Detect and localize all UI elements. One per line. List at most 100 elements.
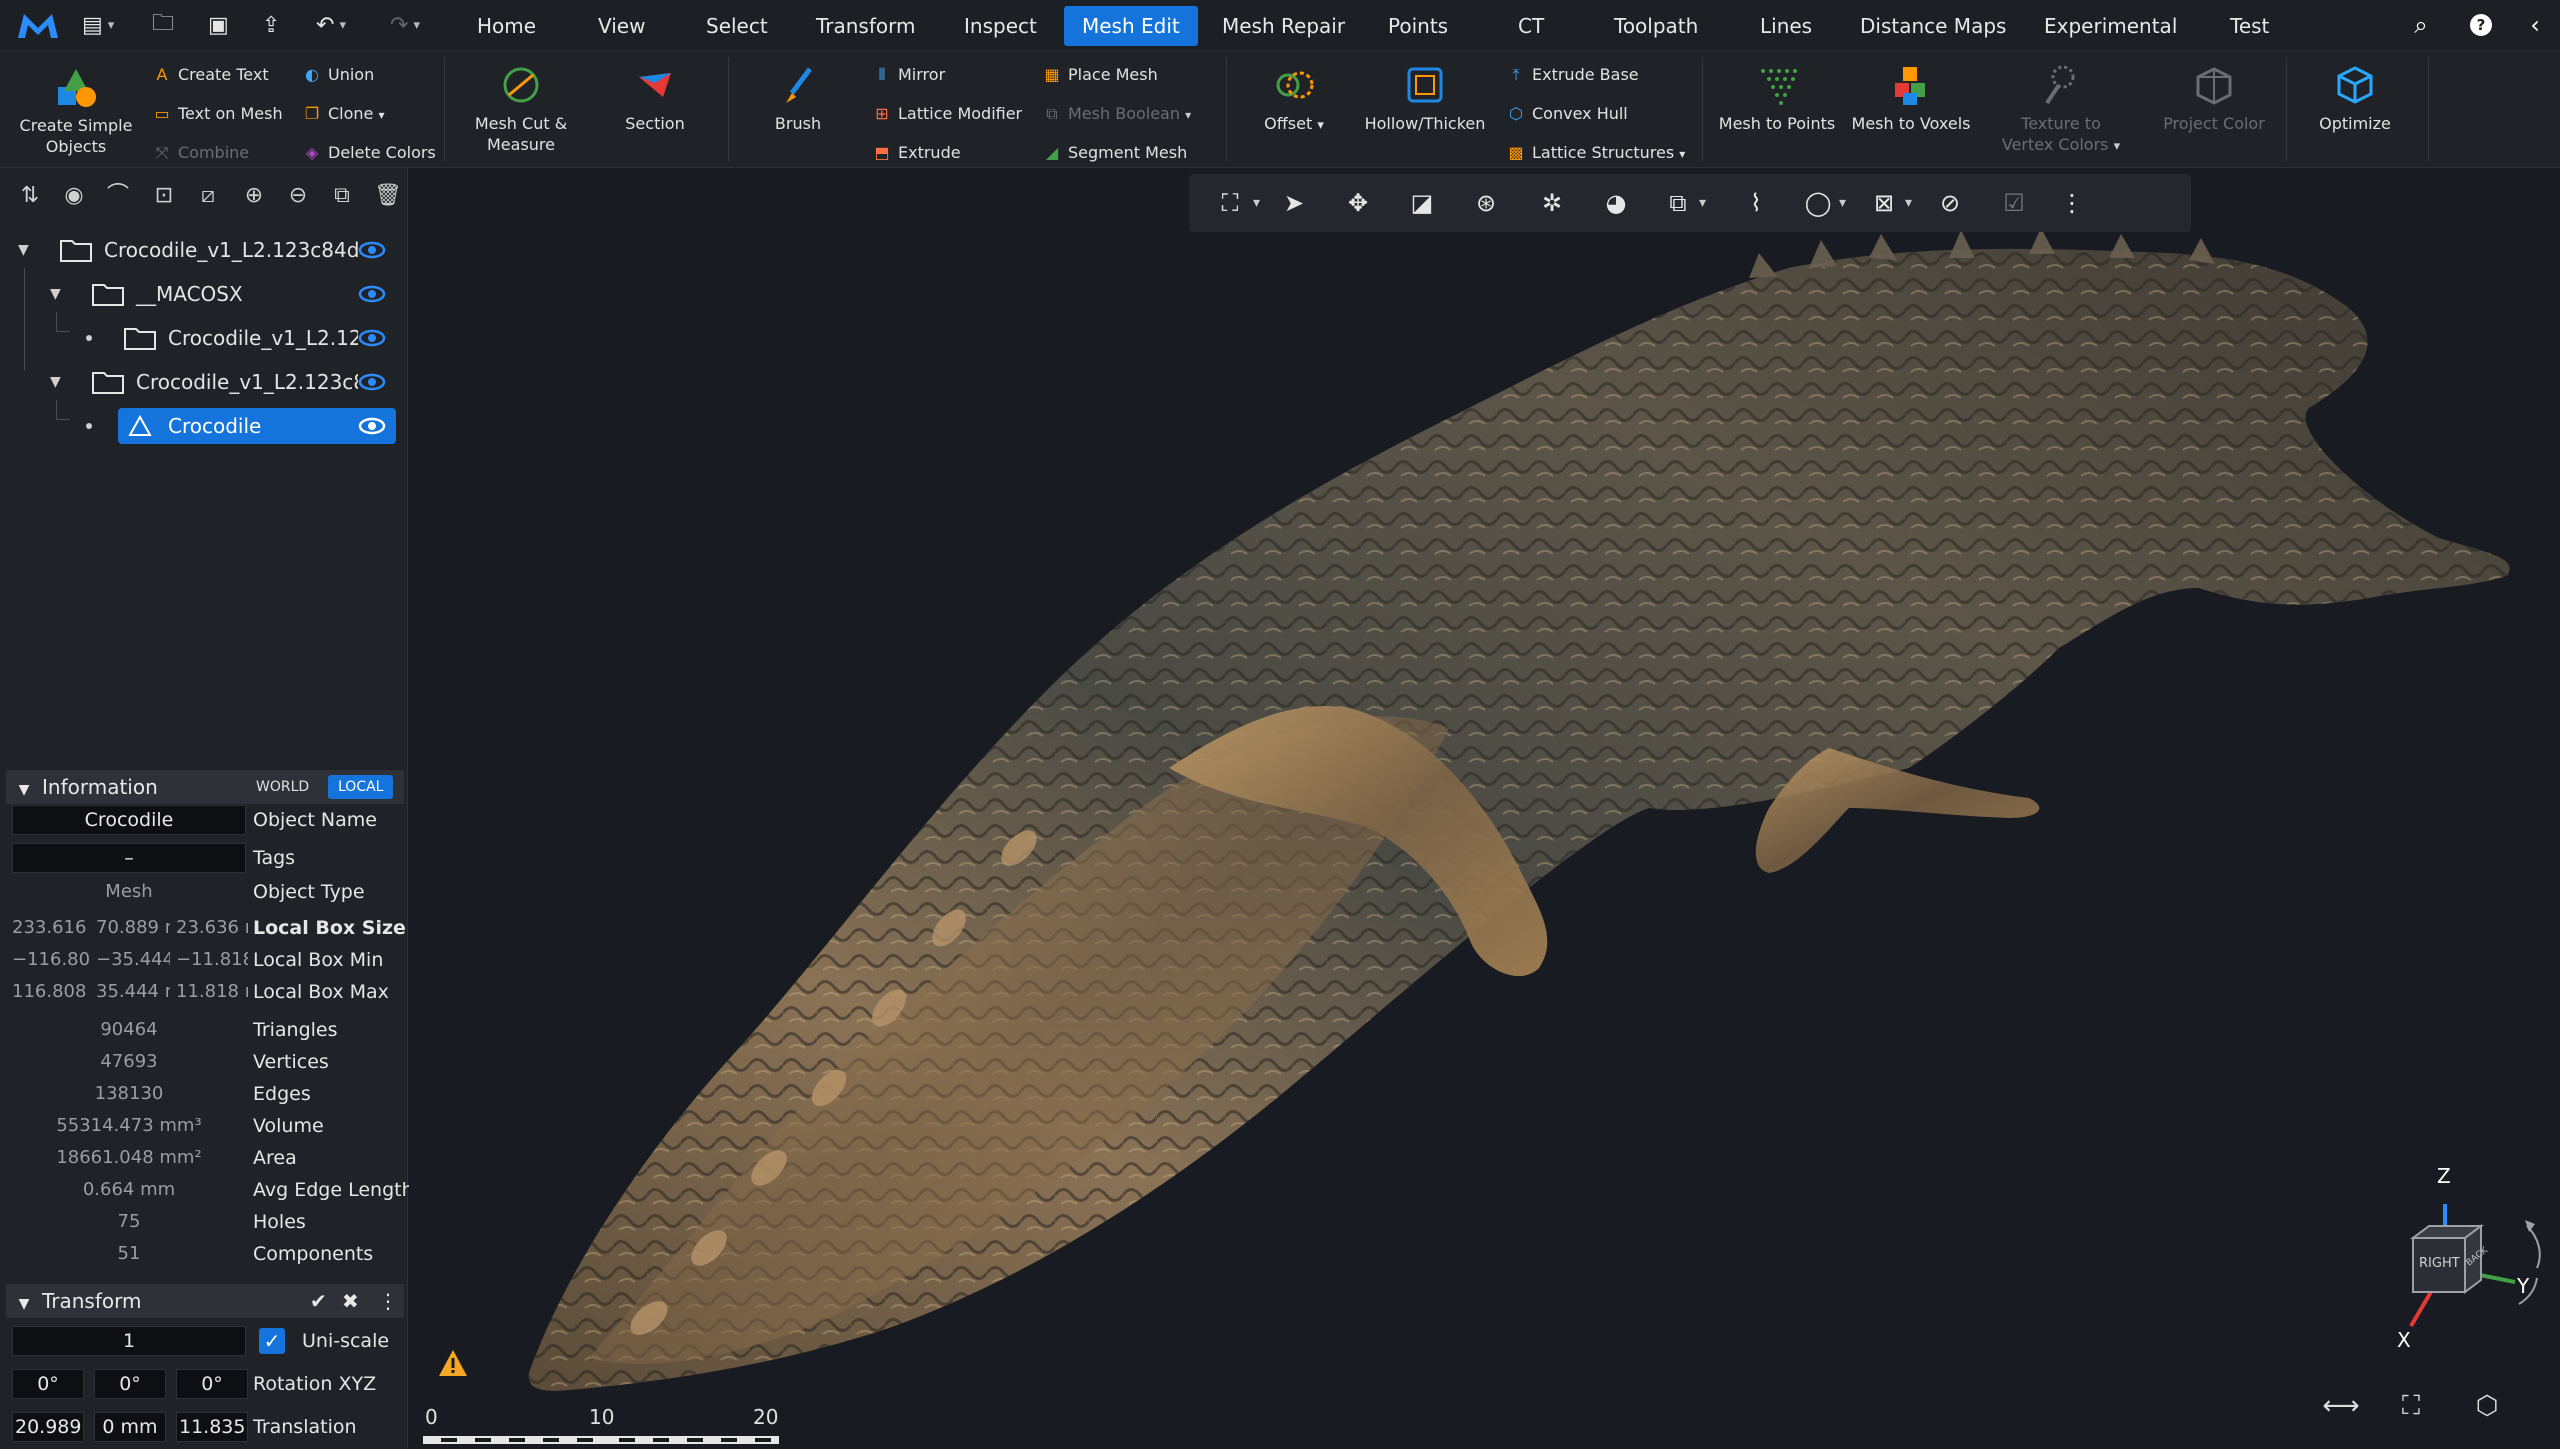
orbit-icon[interactable]: ⊛: [1469, 186, 1503, 220]
project-color-button[interactable]: Project Color: [2146, 63, 2282, 134]
move-down-icon[interactable]: ⊖: [282, 180, 314, 212]
transform-gizmo-icon[interactable]: ✲: [1535, 186, 1569, 220]
cube-face-right[interactable]: RIGHT: [2419, 1256, 2460, 1271]
tab-home[interactable]: Home: [459, 6, 554, 46]
measure-ruler-icon[interactable]: ⟷: [2321, 1386, 2361, 1426]
clip-box-icon[interactable]: ⧉: [1661, 186, 1695, 220]
segment-mesh-button[interactable]: ◢ Segment Mesh: [1042, 138, 1187, 168]
information-section-header[interactable]: ▼ Information WORLD LOCAL: [6, 770, 404, 804]
extrude-button[interactable]: ⬒ Extrude: [872, 138, 960, 168]
undo-icon[interactable]: ↶ ▾: [316, 8, 346, 42]
group-icon[interactable]: ⧉: [326, 180, 358, 212]
extrude-base-button[interactable]: ⤒ Extrude Base: [1506, 60, 1638, 90]
select-all-icon[interactable]: ⊡: [148, 180, 180, 212]
save-icon[interactable]: ▣: [208, 8, 229, 42]
tab-toolpath[interactable]: Toolpath: [1596, 6, 1716, 46]
tab-points[interactable]: Points: [1370, 6, 1466, 46]
create-text-button[interactable]: A Create Text: [152, 60, 269, 90]
mesh-boolean-button[interactable]: ⧉ Mesh Boolean ▾: [1042, 99, 1191, 129]
mesh-to-points-button[interactable]: Mesh to Points: [1714, 63, 1840, 134]
more-options-icon[interactable]: ⋮: [2055, 186, 2089, 220]
offset-button[interactable]: Offset ▾: [1244, 63, 1344, 136]
brush-button[interactable]: Brush: [748, 63, 848, 134]
convex-hull-button[interactable]: ⬡ Convex Hull: [1506, 99, 1628, 129]
chevron-down-icon[interactable]: ▼: [6, 773, 42, 807]
clone-button[interactable]: ❐ Clone ▾: [302, 99, 385, 129]
local-toggle[interactable]: LOCAL: [328, 775, 394, 799]
tree-item-root[interactable]: ▼ Crocodile_v1_L2.123c84d9c6: [0, 232, 400, 268]
text-on-mesh-button[interactable]: ▭ Text on Mesh: [152, 99, 282, 129]
delete-trash-icon[interactable]: 🗑: [372, 180, 404, 212]
rotation-y-input[interactable]: 0°: [94, 1369, 166, 1399]
section-button[interactable]: Section: [600, 63, 710, 134]
shading-icon[interactable]: ◕: [1599, 186, 1633, 220]
more-options-icon[interactable]: ⋮: [378, 1284, 398, 1318]
tree-item-macosx-child[interactable]: Crocodile_v1_L2.123c84d9c6: [0, 320, 400, 356]
hollow-thicken-button[interactable]: Hollow/Thicken: [1360, 63, 1490, 134]
3d-viewport[interactable]: ⛶ ▾ ➤ ✥ ◪ ⊛ ✲ ◕ ⧉ ▾ ⌇ ◯ ▾ ⊠ ▾ ⊘ ☑ ⋮ 0 10…: [409, 168, 2560, 1449]
tab-mesh-edit[interactable]: Mesh Edit: [1064, 6, 1198, 46]
tab-distance-maps[interactable]: Distance Maps: [1842, 6, 2024, 46]
tab-inspect[interactable]: Inspect: [946, 6, 1055, 46]
mesh-cut-measure-button[interactable]: Mesh Cut & Measure: [462, 63, 580, 155]
tree-item-crocodile[interactable]: Crocodile: [0, 408, 400, 444]
paint-select-icon[interactable]: ◪: [1405, 186, 1439, 220]
crocodile-mesh[interactable]: [409, 168, 2560, 1449]
deselect-icon[interactable]: ⧄: [192, 180, 224, 212]
tab-experimental[interactable]: Experimental: [2026, 6, 2195, 46]
search-icon[interactable]: ⌕: [2406, 10, 2436, 40]
combine-button[interactable]: ⤧ Combine: [152, 138, 250, 168]
lattice-modifier-button[interactable]: ⊞ Lattice Modifier: [872, 99, 1022, 129]
help-icon[interactable]: ?: [2466, 10, 2496, 40]
rotation-x-input[interactable]: 0°: [12, 1369, 84, 1399]
move-icon[interactable]: ✥: [1341, 186, 1375, 220]
apply-check-icon[interactable]: ✔: [310, 1284, 327, 1318]
visibility-eye-icon[interactable]: [358, 368, 386, 396]
mesh-to-voxels-button[interactable]: Mesh to Voxels: [1846, 63, 1976, 134]
open-folder-icon[interactable]: 🗀: [152, 8, 174, 42]
chevron-down-icon[interactable]: ▾: [1253, 186, 1260, 220]
world-toggle[interactable]: WORLD: [246, 775, 319, 799]
tree-item-folder2[interactable]: ▼ Crocodile_v1_L2.123c84d9c6: [0, 364, 400, 400]
hide-eye-icon[interactable]: ⌒: [102, 180, 134, 212]
lasso-icon[interactable]: ◯: [1801, 186, 1835, 220]
chevron-down-icon[interactable]: ▼: [6, 1287, 42, 1321]
chevron-down-icon[interactable]: ▼: [50, 276, 61, 312]
brush-select-icon[interactable]: ⌇: [1739, 186, 1773, 220]
tab-transform[interactable]: Transform: [798, 6, 933, 46]
optimize-button[interactable]: Optimize: [2302, 63, 2408, 134]
collapse-chevron-icon[interactable]: ‹: [2520, 10, 2550, 40]
ignore-backfaces-icon[interactable]: ⊘: [1933, 186, 1967, 220]
confirm-selection-icon[interactable]: ☑: [1997, 186, 2031, 220]
texture-to-vertex-colors-button[interactable]: Texture to Vertex Colors ▾: [1996, 63, 2126, 157]
tree-item-macosx[interactable]: ▼ __MACOSX: [0, 276, 400, 312]
object-name-input[interactable]: Crocodile: [12, 805, 246, 835]
redo-icon[interactable]: ↷ ▾: [390, 8, 420, 42]
chevron-down-icon[interactable]: ▾: [1699, 186, 1706, 220]
move-up-icon[interactable]: ⊕: [238, 180, 270, 212]
tab-test[interactable]: Test: [2212, 6, 2287, 46]
fit-selection-icon[interactable]: ⛶: [1213, 186, 1247, 220]
tab-ct[interactable]: CT: [1500, 6, 1562, 46]
create-simple-objects-button[interactable]: Create Simple Objects: [10, 65, 142, 157]
sort-icon[interactable]: ⇅: [14, 180, 46, 212]
mirror-button[interactable]: ⫴ Mirror: [872, 60, 946, 90]
translation-x-input[interactable]: 20.989 mm: [12, 1412, 84, 1442]
export-icon[interactable]: ⇪: [262, 8, 280, 42]
fit-view-icon[interactable]: ⛶: [2391, 1386, 2431, 1426]
scale-input[interactable]: 1: [12, 1326, 246, 1356]
show-eye-icon[interactable]: ◉: [58, 180, 90, 212]
visibility-eye-icon[interactable]: [358, 236, 386, 264]
translation-y-input[interactable]: 0 mm: [94, 1412, 166, 1442]
projection-cube-icon[interactable]: ⬡: [2467, 1386, 2507, 1426]
lattice-structures-button[interactable]: ▩ Lattice Structures ▾: [1506, 138, 1685, 168]
chevron-down-icon[interactable]: ▼: [18, 232, 29, 268]
box-select-icon[interactable]: ⊠: [1867, 186, 1901, 220]
tab-view[interactable]: View: [580, 6, 663, 46]
chevron-down-icon[interactable]: ▾: [1905, 186, 1912, 220]
chevron-down-icon[interactable]: ▾: [1839, 186, 1846, 220]
visibility-eye-icon[interactable]: [358, 412, 386, 440]
place-mesh-button[interactable]: ▦ Place Mesh: [1042, 60, 1157, 90]
tab-mesh-repair[interactable]: Mesh Repair: [1204, 6, 1363, 46]
union-button[interactable]: ◐ Union: [302, 60, 374, 90]
